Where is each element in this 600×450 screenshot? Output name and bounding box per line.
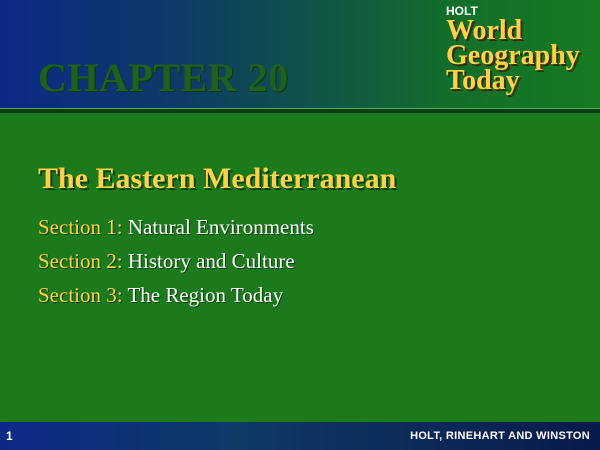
section-link-3[interactable]: Section 3: The Region Today — [38, 278, 396, 312]
slide-number: 1 — [6, 429, 13, 443]
section-text: Natural Environments — [127, 215, 314, 239]
publisher-name: HOLT, RINEHART AND WINSTON — [410, 430, 590, 442]
section-link-2[interactable]: Section 2: History and Culture — [38, 244, 396, 278]
section-link-1[interactable]: Section 1: Natural Environments — [38, 210, 396, 244]
slide-footer: 1 HOLT, RINEHART AND WINSTON — [0, 422, 600, 450]
slide-content: The Eastern Mediterranean Section 1: Nat… — [38, 162, 396, 312]
chapter-title: CHAPTER 20 — [38, 55, 289, 100]
header-divider — [0, 108, 600, 113]
section-label: Section 1: — [38, 215, 123, 239]
brand-logo: HOLT World Geography Today — [446, 4, 580, 96]
section-label: Section 2: — [38, 249, 123, 273]
slide-title: The Eastern Mediterranean — [38, 162, 397, 195]
brand-line-today: Today — [446, 65, 520, 96]
section-text: The Region Today — [127, 283, 284, 307]
section-text: History and Culture — [127, 249, 295, 273]
section-label: Section 3: — [38, 283, 123, 307]
slide-header: CHAPTER 20 HOLT World Geography Today — [0, 0, 600, 108]
